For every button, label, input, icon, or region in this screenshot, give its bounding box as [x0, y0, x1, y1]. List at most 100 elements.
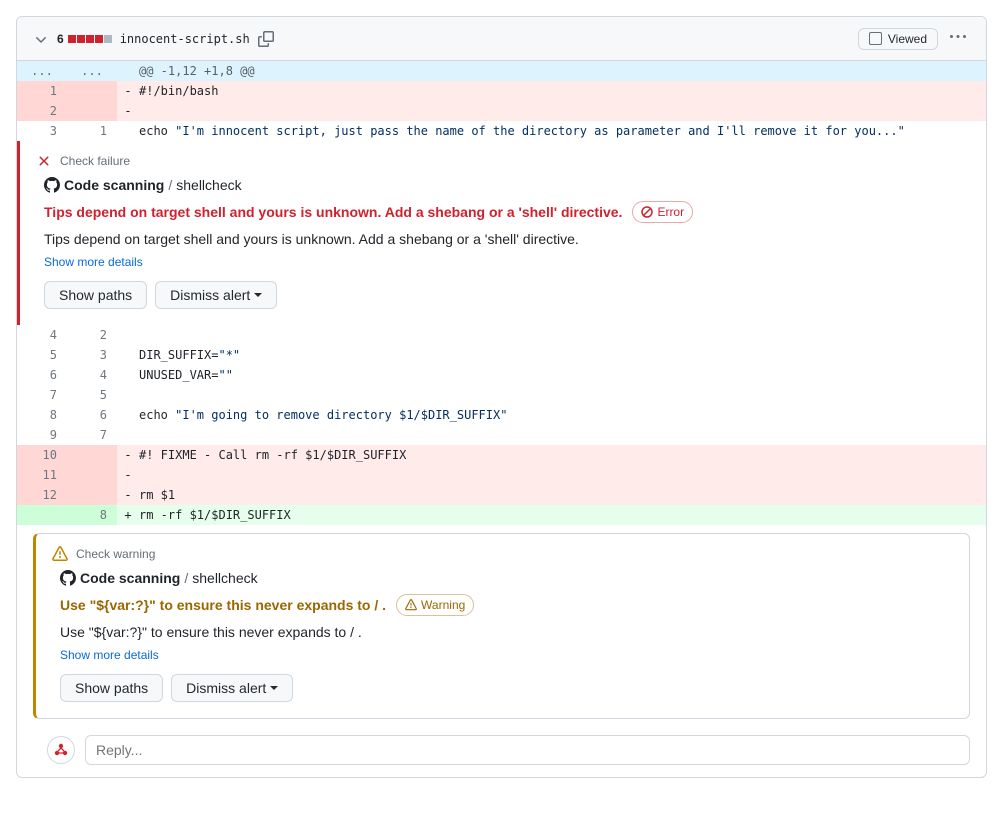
new-line-num[interactable]: 4	[67, 365, 117, 385]
annotation-label-row: Check warning	[52, 546, 953, 562]
old-line-num[interactable]: 4	[17, 325, 67, 345]
old-line-num[interactable]: 11	[17, 465, 67, 485]
diff-marker	[117, 121, 139, 141]
diff-marker	[117, 345, 139, 365]
new-line-num[interactable]	[67, 485, 117, 505]
viewed-checkbox[interactable]: Viewed	[858, 28, 938, 50]
show-paths-button[interactable]: Show paths	[60, 674, 163, 702]
new-line-num[interactable]	[67, 445, 117, 465]
chevron-down-icon[interactable]	[33, 31, 49, 47]
annotation-desc: Use "${var:?}" to ensure this never expa…	[60, 624, 953, 640]
diff-line: 42	[17, 325, 986, 345]
diff-marker	[117, 425, 139, 445]
diff-container: 6 innocent-script.sh Viewed	[16, 16, 987, 778]
show-paths-button[interactable]: Show paths	[44, 281, 147, 309]
new-line-num[interactable]	[67, 101, 117, 121]
dismiss-alert-button[interactable]: Dismiss alert	[171, 674, 293, 702]
old-line-num[interactable]	[17, 505, 67, 525]
error-pill: Error	[632, 201, 693, 223]
diff-line: 1 -#!/bin/bash	[17, 81, 986, 101]
code-content[interactable]	[139, 101, 986, 121]
new-line-num[interactable]: 2	[67, 325, 117, 345]
warning-pill: Warning	[396, 594, 474, 616]
annotation-label-row: Check failure	[36, 153, 970, 169]
diff-line: 11 -	[17, 465, 986, 485]
diff-line: 53 DIR_SUFFIX="*"	[17, 345, 986, 365]
diff-marker: -	[117, 465, 139, 485]
diff-line: 75	[17, 385, 986, 405]
diff-line: 8+rm -rf $1/$DIR_SUFFIX	[17, 505, 986, 525]
code-content[interactable]: #! FIXME - Call rm -rf $1/$DIR_SUFFIX	[139, 445, 986, 465]
new-line-num[interactable]: 3	[67, 345, 117, 365]
annotation-title: Use "${var:?}" to ensure this never expa…	[60, 597, 386, 613]
annotation-type-label: Check failure	[60, 154, 130, 168]
old-line-num[interactable]: 8	[17, 405, 67, 425]
reply-input[interactable]	[85, 735, 970, 765]
viewed-label: Viewed	[888, 32, 927, 46]
code-content[interactable]: #!/bin/bash	[139, 81, 986, 101]
new-line-num[interactable]	[67, 465, 117, 485]
show-details-link[interactable]: Show more details	[44, 255, 143, 269]
diff-line: 12-rm $1	[17, 485, 986, 505]
annotation-title: Tips depend on target shell and yours is…	[44, 204, 622, 220]
diff-line: 86 echo "I'm going to remove directory $1…	[17, 405, 986, 425]
diff-line: 2-	[17, 101, 986, 121]
show-details-link[interactable]: Show more details	[60, 648, 159, 662]
code-content[interactable]	[139, 385, 986, 405]
dismiss-alert-button[interactable]: Dismiss alert	[155, 281, 277, 309]
old-line-num[interactable]: 9	[17, 425, 67, 445]
file-name[interactable]: innocent-script.sh	[120, 32, 250, 46]
old-line-num[interactable]: 7	[17, 385, 67, 405]
diff-marker: -	[117, 445, 139, 465]
code-content[interactable]: DIR_SUFFIX="*"	[139, 345, 986, 365]
annotation-type-label: Check warning	[76, 547, 155, 561]
code-content[interactable]: rm $1	[139, 485, 986, 505]
old-line-num[interactable]: 2	[17, 101, 67, 121]
new-line-num[interactable]: 6	[67, 405, 117, 425]
code-content[interactable]	[139, 425, 986, 445]
new-line-num[interactable]: 8	[67, 505, 117, 525]
diff-table: ... ... @@ -1,12 +1,8 @@ 1-#!/bin/bash2-…	[17, 61, 986, 141]
diff-marker: -	[117, 81, 139, 101]
check-failure-annotation: Check failure Code scanning / shellcheck…	[17, 141, 986, 325]
pill-label: Error	[657, 202, 684, 222]
diff-marker	[117, 365, 139, 385]
old-line-num[interactable]: 1	[17, 81, 67, 101]
caret-down-icon	[254, 293, 262, 297]
old-line-num[interactable]: 10	[17, 445, 67, 465]
source-name: Code scanning	[64, 177, 164, 193]
github-icon	[60, 570, 76, 586]
code-content[interactable]: echo "I'm innocent script, just pass the…	[139, 121, 986, 141]
code-content[interactable]: UNUSED_VAR=""	[139, 365, 986, 385]
diff-marker	[117, 325, 139, 345]
new-line-num[interactable]: 1	[67, 121, 117, 141]
old-line-num[interactable]: 5	[17, 345, 67, 365]
file-header-right: Viewed	[858, 25, 970, 52]
diff-marker	[117, 385, 139, 405]
annotation-source: Code scanning / shellcheck	[60, 570, 953, 586]
code-content[interactable]	[139, 465, 986, 485]
new-line-num[interactable]: 5	[67, 385, 117, 405]
alert-icon	[52, 546, 68, 562]
code-content[interactable]: rm -rf $1/$DIR_SUFFIX	[139, 505, 986, 525]
copy-icon[interactable]	[258, 31, 274, 47]
code-content[interactable]: echo "I'm going to remove directory $1/$…	[139, 405, 986, 425]
file-header: 6 innocent-script.sh Viewed	[17, 17, 986, 61]
source-name: Code scanning	[80, 570, 180, 586]
checkbox-icon	[869, 32, 882, 45]
old-line-num[interactable]: 6	[17, 365, 67, 385]
diffstat-blocks	[68, 35, 112, 43]
annotation-source: Code scanning / shellcheck	[44, 177, 970, 193]
diff-marker	[117, 405, 139, 425]
new-line-num[interactable]	[67, 81, 117, 101]
diff-line: 10 -#! FIXME - Call rm -rf $1/$DIR_SUFFIX	[17, 445, 986, 465]
new-line-num[interactable]: 7	[67, 425, 117, 445]
old-line-num[interactable]: 3	[17, 121, 67, 141]
avatar[interactable]	[47, 736, 75, 764]
old-line-num[interactable]: 12	[17, 485, 67, 505]
change-count: 6	[57, 32, 64, 46]
pill-label: Warning	[421, 595, 465, 615]
code-content[interactable]	[139, 325, 986, 345]
annotation-desc: Tips depend on target shell and yours is…	[44, 231, 970, 247]
kebab-menu-icon[interactable]	[946, 25, 970, 52]
